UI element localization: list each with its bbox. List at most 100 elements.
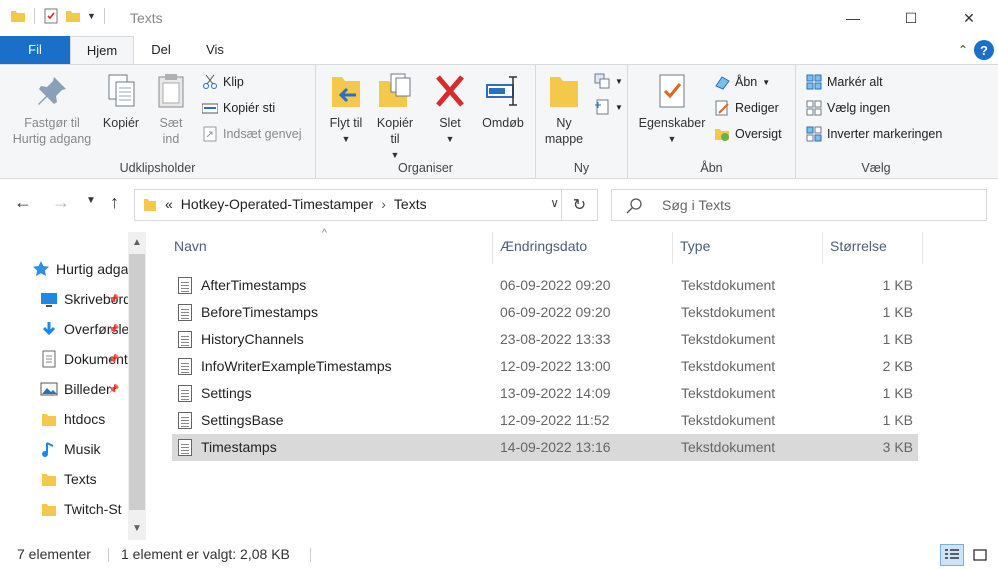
scroll-down-icon[interactable]: ▼ [128,520,146,538]
up-arrow-icon[interactable]: ↑ [110,192,119,213]
minimize-button[interactable]: — [824,0,882,36]
history-button[interactable]: Oversigt [714,126,782,142]
column-divider[interactable] [822,232,823,264]
help-icon[interactable]: ? [974,40,994,60]
column-header-name[interactable]: Navn [174,238,207,254]
paste-shortcut-button[interactable]: Indsæt genvej [202,126,302,142]
address-bar[interactable]: « Hotkey-Operated-Timestamper › Texts ∨ … [134,189,598,221]
nav-item[interactable]: Dokumenter📌 [40,350,128,368]
nav-item[interactable]: Twitch-St [40,500,122,518]
column-header-type[interactable]: Type [680,238,710,254]
nav-item[interactable]: Overførsler 📌 [40,320,128,338]
file-size: 2 KB [882,358,913,374]
open-icon [714,74,730,90]
table-row[interactable]: InfoWriterExampleTimestamps 12-09-2022 13… [172,353,918,380]
details-view-button[interactable] [940,544,964,566]
select-all-icon [806,74,822,90]
paste-button[interactable]: Sæt ind [146,71,196,147]
breadcrumb-item[interactable]: Hotkey-Operated-Timestamper [181,196,373,212]
group-label-select: Vælg [861,161,891,175]
group-new: Ny mappe ▼ ▼ Ny [536,65,628,179]
easy-access-button[interactable]: ▼ [594,99,623,115]
column-header-date[interactable]: Ændringsdato [500,238,587,254]
table-row[interactable]: BeforeTimestamps 06-09-2022 09:20 Tekstdok… [172,299,918,326]
properties-label: Egenskaber [638,116,706,130]
breadcrumb-item[interactable]: Texts [394,196,427,212]
copy-label: Kopiér [102,116,140,130]
table-row[interactable]: AfterTimestamps 06-09-2022 09:20 Tekstdoku… [172,272,918,299]
table-row[interactable]: Settings 13-09-2022 14:09 Tekstdokument 1 K… [172,380,918,407]
move-to-icon [326,71,366,111]
rename-button[interactable]: Omdøb [478,71,528,131]
column-divider[interactable] [922,232,923,264]
scroll-up-icon[interactable]: ▲ [128,234,146,252]
ribbon: Fastgør til Hurtig adgang Kopiér Sæt ind… [0,64,998,179]
group-clipboard: Fastgør til Hurtig adgang Kopiér Sæt ind… [0,65,316,179]
nav-item[interactable]: Musik [40,440,101,458]
file-size: 3 KB [882,439,913,455]
nav-item[interactable]: Hurtig adgang [32,260,128,278]
tab-view[interactable]: Vis [188,36,242,64]
recent-locations-chevron-icon[interactable]: ▼ [86,195,96,206]
new-folder-button[interactable]: Ny mappe [540,71,588,147]
maximize-button[interactable]: ☐ [882,0,940,36]
nav-item[interactable]: htdocs [40,410,105,428]
collapse-ribbon-icon[interactable]: ⌃ [958,43,968,57]
back-arrow-icon[interactable]: ← [14,192,32,213]
properties-button[interactable]: Egenskaber ▼ [636,71,708,147]
delete-button[interactable]: Slet ▼ [430,71,470,147]
scrollbar-thumb[interactable] [129,254,145,510]
nav-item[interactable]: Texts [40,470,97,488]
breadcrumb-separator[interactable]: › [381,196,386,212]
close-button[interactable]: ✕ [940,0,998,36]
open-button[interactable]: Åbn ▼ [714,74,770,90]
copy-button[interactable]: Kopiér [98,71,144,131]
file-type: Tekstdokument [681,358,776,374]
delete-label: Slet [439,116,461,130]
pin-quick-access-button[interactable]: Fastgør til Hurtig adgang [6,71,98,147]
column-header-size[interactable]: Størrelse [830,238,887,254]
chevron-down-icon: ▼ [667,134,677,144]
select-none-button[interactable]: Vælg ingen [806,100,890,116]
properties-check-icon[interactable] [43,8,59,24]
tab-home[interactable]: Hjem [70,36,134,64]
file-date: 06-09-2022 09:20 [500,277,611,293]
new-item-button[interactable]: ▼ [594,73,623,89]
search-icon [626,198,642,214]
table-row[interactable]: Timestamps 14-09-2022 13:16 Tekstdokument 3… [172,434,918,461]
title-bar: ▼ Texts — ☐ ✕ [0,0,998,36]
address-dropdown-chevron-icon[interactable]: ∨ [550,196,559,210]
file-name: AfterTimestamps [201,277,307,293]
cut-button[interactable]: Klip [202,74,244,90]
chevron-down-icon[interactable]: ▼ [87,11,96,21]
nav-scrollbar[interactable]: ▲ ▼ [128,232,146,540]
breadcrumb-overflow[interactable]: « [165,196,173,212]
large-icons-view-button[interactable] [968,544,992,566]
refresh-icon[interactable]: ↻ [561,190,597,220]
select-all-button[interactable]: Markér alt [806,74,883,90]
move-to-button[interactable]: Flyt til ▼ [324,71,368,147]
table-row[interactable]: SettingsBase 12-09-2022 11:52 Tekstdokumen… [172,407,918,434]
table-row[interactable]: HistoryChannels 23-08-2022 13:33 Tekstdoku… [172,326,918,353]
search-input[interactable]: Søg i Texts [662,197,731,213]
invert-selection-label: Inverter markeringen [827,127,943,141]
copy-path-button[interactable]: Kopiér sti [201,100,275,116]
new-folder-icon[interactable] [65,8,81,24]
tab-file[interactable]: Fil [0,36,70,64]
copy-icon [101,71,141,111]
properties-icon [652,71,692,111]
copy-to-button[interactable]: Kopiér til ▼ [372,71,418,163]
file-type: Tekstdokument [681,439,776,455]
search-box[interactable]: Søg i Texts [611,189,987,221]
nav-item[interactable]: Skrivebord 📌 [40,290,128,308]
nav-item[interactable]: Billeder 📌 [40,380,119,398]
file-type: Tekstdokument [681,277,776,293]
column-divider[interactable] [672,232,673,264]
group-label-clipboard: Udklipsholder [119,161,196,175]
column-divider[interactable] [492,232,493,264]
documents-icon [40,350,58,368]
tab-share[interactable]: Del [134,36,188,64]
forward-arrow-icon[interactable]: → [52,192,70,213]
edit-button[interactable]: Rediger [714,100,779,116]
invert-selection-button[interactable]: Inverter markeringen [806,126,942,142]
